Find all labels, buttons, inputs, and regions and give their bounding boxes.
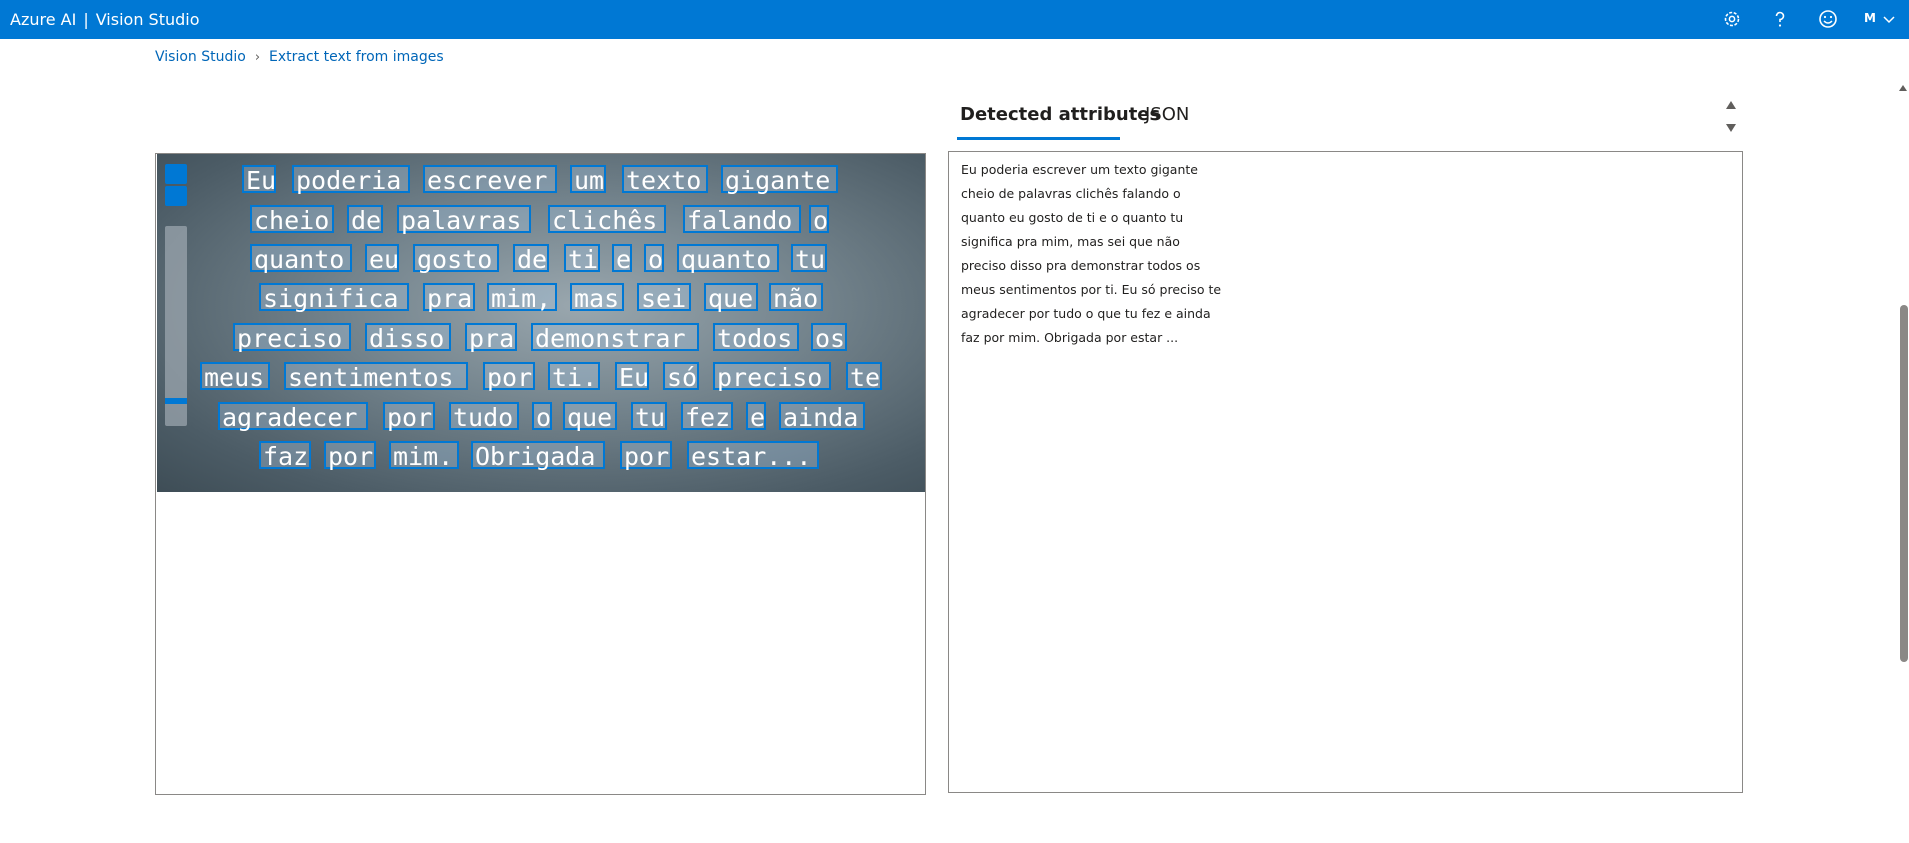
ocr-word-box[interactable]: Obrigada	[471, 441, 605, 471]
detected-text-line: Eu poderia escrever um texto gigante	[961, 162, 1198, 177]
brand-separator: |	[83, 10, 89, 29]
ocr-word-box[interactable]: sei	[637, 283, 691, 313]
ocr-word-box[interactable]: de	[513, 244, 549, 274]
tab-json[interactable]: JSON	[1145, 104, 1189, 135]
ocr-word-box[interactable]: preciso	[233, 323, 351, 353]
detected-text-panel: Eu poderia escrever um texto gigante chei…	[948, 151, 1743, 793]
detected-text-line: faz por mim. Obrigada por estar ...	[961, 330, 1179, 345]
avatar[interactable]: M	[1864, 11, 1876, 25]
ocr-word-box[interactable]: mas	[570, 283, 624, 313]
zoom-slider-track[interactable]	[165, 226, 187, 426]
ocr-word-box[interactable]: ainda	[779, 402, 865, 432]
ocr-word-box[interactable]: ti	[564, 244, 600, 274]
page-scrollbar-thumb[interactable]	[1900, 305, 1908, 662]
breadcrumb: Vision Studio › Extract text from images	[155, 49, 444, 65]
ocr-word-box[interactable]: sentimentos	[284, 362, 468, 392]
product-name: Vision Studio	[95, 10, 200, 29]
ocr-word-box[interactable]: Eu	[242, 165, 276, 195]
active-tab-indicator	[957, 137, 1120, 140]
ocr-word-box[interactable]: eu	[365, 244, 399, 274]
ocr-word-box[interactable]: palavras	[397, 205, 531, 235]
tab-detected-attributes[interactable]: Detected attributes	[960, 104, 1160, 135]
ocr-word-box[interactable]: o	[532, 402, 552, 432]
ocr-word-box[interactable]: Eu	[615, 362, 649, 392]
page-scroll-up-icon[interactable]	[1899, 85, 1907, 91]
top-bar: Azure AI | Vision Studio M	[0, 0, 1909, 39]
ocr-word-box[interactable]: faz	[259, 441, 311, 471]
ocr-word-box[interactable]: tu	[631, 402, 667, 432]
detected-text-line: agradecer por tudo o que tu fez e ainda	[961, 306, 1211, 321]
ocr-word-box[interactable]: que	[704, 283, 758, 313]
ocr-word-box[interactable]: e	[746, 402, 766, 432]
ocr-word-box[interactable]: por	[620, 441, 672, 471]
breadcrumb-extract-text[interactable]: Extract text from images	[269, 49, 444, 65]
ocr-word-box[interactable]: pra	[423, 283, 475, 313]
zoom-in-button[interactable]	[165, 164, 187, 184]
ocr-word-box[interactable]: te	[846, 362, 882, 392]
ocr-word-box[interactable]: os	[811, 323, 847, 353]
ocr-word-box[interactable]: quanto	[250, 244, 352, 274]
ocr-word-box[interactable]: não	[769, 283, 823, 313]
ocr-word-box[interactable]: o	[809, 205, 829, 235]
app-brand[interactable]: Azure AI | Vision Studio	[10, 10, 200, 29]
scroll-up-icon[interactable]	[1726, 101, 1736, 109]
ocr-word-box[interactable]: texto	[622, 165, 708, 195]
gear-icon[interactable]	[1721, 8, 1743, 30]
ocr-word-box[interactable]: agradecer	[218, 402, 368, 432]
ocr-word-box[interactable]: preciso	[713, 362, 831, 392]
ocr-word-box[interactable]: demonstrar	[531, 323, 699, 353]
ocr-word-box[interactable]: significa	[259, 283, 409, 313]
ocr-word-box[interactable]: ti.	[548, 362, 600, 392]
image-preview-panel: Eu poderia escrever um texto gigante cheio de pa…	[155, 153, 926, 795]
detected-text-line: meus sentimentos por ti. Eu só preciso t…	[961, 282, 1222, 297]
ocr-word-box[interactable]: poderia	[292, 165, 410, 195]
breadcrumb-chevron-icon: ›	[254, 50, 261, 65]
zoom-out-button[interactable]	[165, 186, 187, 206]
detected-text-line: preciso disso pra demonstrar todos os	[961, 258, 1201, 273]
ocr-word-box[interactable]: mim.	[389, 441, 459, 471]
ocr-word-box[interactable]: pra	[465, 323, 517, 353]
ocr-word-box[interactable]: cheio	[250, 205, 334, 235]
ocr-word-box[interactable]: clichês	[548, 205, 666, 235]
ocr-word-box[interactable]: de	[347, 205, 383, 235]
chevron-down-icon[interactable]	[1882, 12, 1896, 26]
scroll-down-icon[interactable]	[1726, 124, 1736, 132]
zoom-slider-thumb[interactable]	[165, 398, 187, 404]
avatar-initial: M	[1864, 11, 1876, 25]
ocr-word-box[interactable]: que	[563, 402, 617, 432]
ocr-word-box[interactable]: escrever	[423, 165, 557, 195]
ocr-word-box[interactable]: e	[612, 244, 632, 274]
brand-name: Azure AI	[10, 10, 77, 29]
ocr-word-box[interactable]: tudo	[449, 402, 519, 432]
ocr-word-box[interactable]: fez	[681, 402, 733, 432]
ocr-word-box[interactable]: por	[483, 362, 535, 392]
ocr-word-box[interactable]: por	[324, 441, 376, 471]
ocr-word-box[interactable]: mim,	[487, 283, 557, 313]
help-icon[interactable]	[1769, 8, 1791, 30]
ocr-word-box[interactable]: por	[383, 402, 435, 432]
smiley-icon[interactable]	[1817, 8, 1839, 30]
ocr-word-box[interactable]: meus	[200, 362, 270, 392]
ocr-word-box[interactable]: falando	[683, 205, 801, 235]
ocr-word-box[interactable]: o	[644, 244, 664, 274]
ocr-word-box[interactable]: só	[663, 362, 699, 392]
ocr-word-box[interactable]: todos	[713, 323, 799, 353]
ocr-word-box[interactable]: gigante	[721, 165, 838, 195]
ocr-word-box[interactable]: quanto	[677, 244, 779, 274]
breadcrumb-vision-studio[interactable]: Vision Studio	[155, 49, 246, 65]
detected-text-line: cheio de palavras clichês falando o	[961, 186, 1181, 201]
detected-text-line: quanto eu gosto de ti e o quanto tu	[961, 210, 1184, 225]
ocr-word-box[interactable]: estar...	[687, 441, 819, 471]
ocr-word-box[interactable]: um	[570, 165, 606, 195]
ocr-word-box[interactable]: tu	[791, 244, 827, 274]
ocr-word-box[interactable]: disso	[365, 323, 451, 353]
analyzed-image[interactable]: Eu poderia escrever um texto gigante cheio de pa…	[157, 154, 925, 492]
detected-text-line: significa pra mim, mas sei que não	[961, 234, 1180, 249]
ocr-word-box[interactable]: gosto	[413, 244, 499, 274]
